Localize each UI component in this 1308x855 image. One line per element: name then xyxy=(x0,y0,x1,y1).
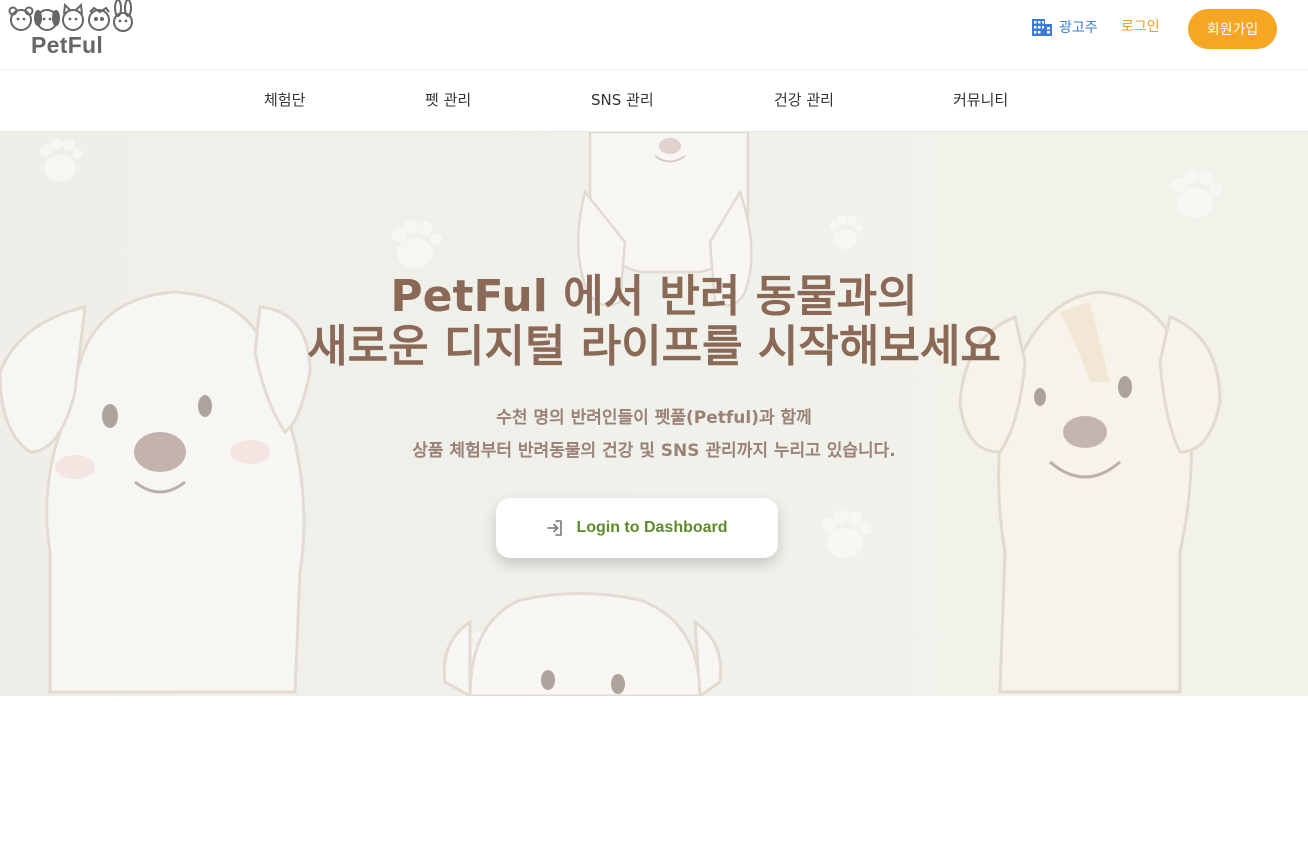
login-arrow-icon xyxy=(547,520,563,536)
nav-item-community[interactable]: 커뮤니티 xyxy=(953,70,1008,132)
top-header: PetFul 광고주 로그인 회원가입 xyxy=(0,0,1308,70)
nav-item-experience[interactable]: 체험단 xyxy=(264,70,305,132)
login-to-dashboard-label: Login to Dashboard xyxy=(576,519,728,536)
building-icon xyxy=(1032,19,1052,36)
logo-text: PetFul xyxy=(31,32,104,58)
petful-logo[interactable]: PetFul xyxy=(8,0,136,62)
pet-faces-logo-icon xyxy=(8,0,133,32)
nav-item-sns-management[interactable]: SNS 관리 xyxy=(591,70,654,132)
signup-button[interactable]: 회원가입 xyxy=(1188,9,1277,49)
hero-title-line-1: PetFul 에서 반려 동물과의 xyxy=(390,271,918,322)
login-to-dashboard-button[interactable]: Login to Dashboard xyxy=(496,498,778,558)
hero-subtitle-line-1: 수천 명의 반려인들이 펫풀(Petful)과 함께 xyxy=(496,408,812,428)
main-nav: 체험단 펫 관리 SNS 관리 건강 관리 커뮤니티 xyxy=(0,70,1308,132)
nav-item-health-management[interactable]: 건강 관리 xyxy=(774,70,834,132)
advertiser-link[interactable]: 광고주 xyxy=(1031,16,1098,38)
nav-item-pet-management[interactable]: 펫 관리 xyxy=(425,70,471,132)
login-link[interactable]: 로그인 xyxy=(1121,16,1160,38)
hero-subtitle: 수천 명의 반려인들이 펫풀(Petful)과 함께 상품 체험부터 반려동물의… xyxy=(0,402,1308,468)
hero-subtitle-line-2: 상품 체험부터 반려동물의 건강 및 SNS 관리까지 누리고 있습니다. xyxy=(412,441,896,461)
hero-title: PetFul 에서 반려 동물과의 새로운 디지털 라이프를 시작해보세요 xyxy=(0,272,1308,372)
hero-title-line-2: 새로운 디지털 라이프를 시작해보세요 xyxy=(307,321,1001,372)
advertiser-label: 광고주 xyxy=(1059,20,1098,36)
hero-section: PetFul 에서 반려 동물과의 새로운 디지털 라이프를 시작해보세요 수천… xyxy=(0,132,1308,696)
